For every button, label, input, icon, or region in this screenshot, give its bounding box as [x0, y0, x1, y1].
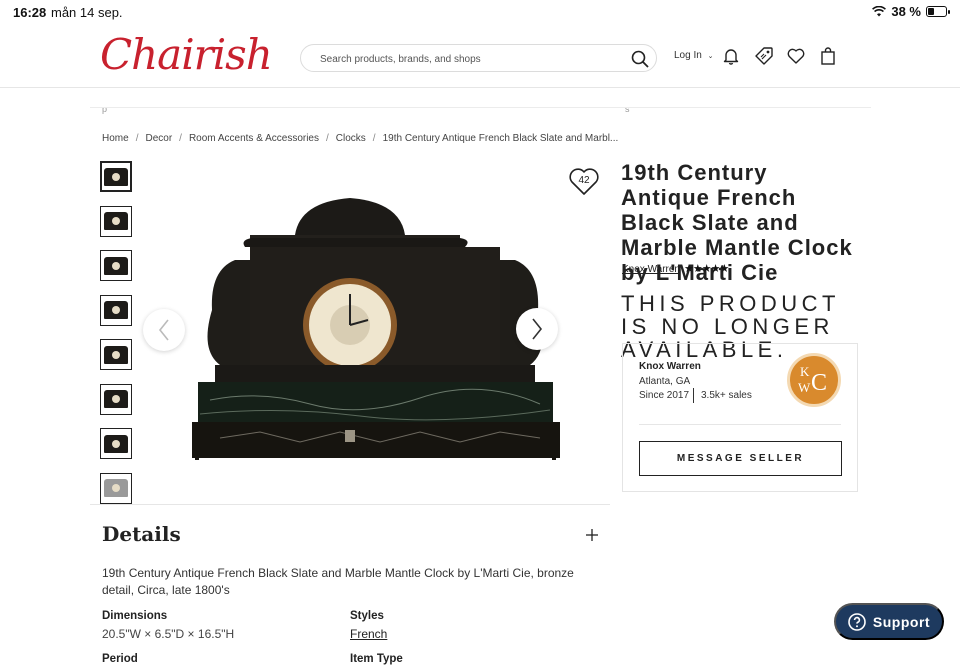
dimensions-label: Dimensions — [102, 610, 168, 622]
product-description: 19th Century Antique French Black Slate … — [102, 566, 574, 597]
thumbnail-image — [104, 390, 128, 408]
section-divider — [90, 504, 610, 505]
thumbnail[interactable] — [100, 339, 132, 370]
breadcrumb-separator: / — [135, 133, 139, 144]
seller-name[interactable]: Knox Warren — [639, 361, 701, 372]
seller-separator — [693, 388, 694, 403]
thumbnail[interactable] — [100, 383, 132, 415]
battery-icon — [926, 6, 950, 17]
message-seller-button[interactable]: MESSAGE SELLER — [639, 441, 842, 476]
bell-icon[interactable] — [721, 46, 741, 66]
thumbnail[interactable] — [100, 472, 132, 504]
seller-logo-mark: K W C — [798, 364, 827, 396]
seller-logo-letter: K — [800, 364, 810, 379]
status-time: 16:28 — [13, 5, 47, 20]
shop-link[interactable]: Knox Warren — [622, 264, 680, 275]
thumbnail-image — [104, 256, 128, 275]
chevron-right-icon — [532, 318, 543, 340]
breadcrumb-separator: / — [326, 133, 329, 144]
heart-icon[interactable] — [786, 46, 806, 66]
search-bar[interactable] — [300, 44, 657, 72]
login-label: Log In — [674, 50, 702, 61]
site-header: Chairish Log In ⌄ p s — [0, 26, 960, 114]
thumbnail-image — [104, 301, 128, 319]
login-menu[interactable]: Log In ⌄ — [674, 50, 713, 61]
support-label: Support — [872, 613, 931, 630]
thumbnail-strip — [100, 161, 132, 517]
thumbnail[interactable] — [100, 161, 132, 192]
seller-card: Knox Warren Atlanta, GA Since 2017 3.5k+… — [622, 343, 858, 492]
thumbnail[interactable] — [100, 205, 132, 237]
thumbnail[interactable] — [100, 294, 132, 326]
thumbnail[interactable] — [100, 250, 132, 281]
search-icon[interactable] — [630, 49, 650, 69]
breadcrumb: Home / Decor / Room Accents & Accessorie… — [102, 133, 618, 144]
breadcrumb-decor[interactable]: Decor — [145, 133, 172, 144]
seller-logo-letter: W — [798, 380, 811, 395]
thumbnail-image — [104, 167, 128, 186]
seller-logo-letter: C — [811, 370, 827, 396]
clipped-nav-text: p — [102, 104, 108, 114]
support-button[interactable]: Support — [834, 603, 944, 640]
chevron-left-icon — [158, 319, 169, 341]
battery-fill — [928, 8, 934, 15]
breadcrumb-clocks[interactable]: Clocks — [336, 133, 366, 144]
rating-stars: ★★★★★ — [684, 263, 729, 275]
seller-location: Atlanta, GA — [639, 376, 691, 387]
breadcrumb-separator: / — [372, 133, 376, 144]
styles-link[interactable]: French — [350, 627, 387, 641]
dimensions-value: 20.5"W × 6.5"D × 16.5"H — [102, 627, 235, 641]
next-image-button[interactable] — [516, 308, 558, 350]
item-type-label: Item Type — [350, 653, 403, 665]
favorite-count: 42 — [578, 175, 590, 186]
card-divider — [639, 424, 841, 425]
thumbnail-image — [104, 212, 128, 230]
styles-label: Styles — [350, 610, 384, 622]
status-date: mån 14 sep. — [51, 5, 123, 20]
tag-icon[interactable] — [754, 46, 774, 66]
search-input[interactable] — [320, 50, 620, 68]
thumbnail-image — [104, 345, 128, 364]
breadcrumb-current: 19th Century Antique French Black Slate … — [382, 133, 619, 144]
thumbnail-image — [104, 434, 128, 453]
status-bar: 16:28 mån 14 sep. 38 % — [0, 0, 960, 26]
battery-percent: 38 % — [891, 4, 921, 19]
nav-divider — [90, 107, 871, 108]
period-label: Period — [102, 653, 138, 665]
shopping-bag-icon[interactable] — [818, 46, 838, 66]
chairish-logo[interactable]: Chairish — [100, 30, 273, 79]
previous-image-button[interactable] — [143, 309, 185, 351]
details-heading[interactable]: Details — [102, 522, 181, 546]
breadcrumb-home[interactable]: Home — [102, 133, 129, 144]
breadcrumb-separator: / — [179, 133, 182, 144]
chevron-down-icon: ⌄ — [707, 53, 714, 60]
thumbnail[interactable] — [100, 428, 132, 459]
help-icon — [848, 612, 866, 631]
seller-logo[interactable]: K W C — [787, 353, 841, 407]
thumbnail-image — [104, 479, 128, 497]
seller-sales: 3.5k+ sales — [701, 390, 752, 401]
status-right: 38 % — [872, 4, 950, 19]
breadcrumb-room-accents[interactable]: Room Accents & Accessories — [189, 133, 319, 144]
clipped-nav-text: s — [625, 104, 630, 114]
plus-icon[interactable] — [585, 528, 599, 542]
wifi-icon — [872, 6, 887, 17]
seller-since: Since 2017 — [639, 390, 690, 401]
